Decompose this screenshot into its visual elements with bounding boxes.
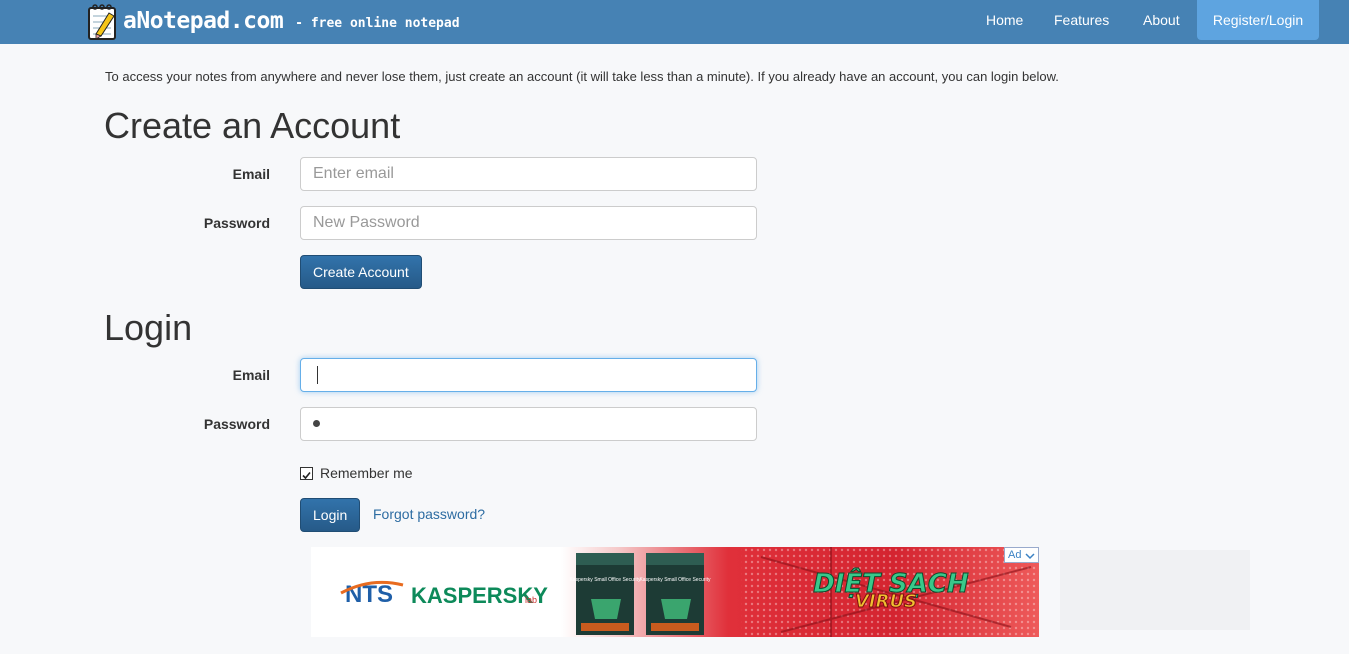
login-password-label: Password — [203, 416, 270, 432]
register-password-label: Password — [203, 215, 270, 231]
brand-tagline: - free online notepad — [295, 15, 460, 31]
nav-home[interactable]: Home — [986, 0, 1023, 40]
remember-me-checkbox[interactable] — [300, 467, 313, 480]
nav-about[interactable]: About — [1143, 0, 1180, 40]
register-password-input[interactable] — [300, 206, 757, 240]
product-label-1: Kaspersky Small Office Security — [569, 577, 641, 583]
product-box-2 — [646, 553, 704, 635]
product-box-1 — [576, 553, 634, 635]
brand-name[interactable]: aNotepad.com — [123, 8, 284, 34]
ad-banner[interactable]: NTS KASPERSKY lab Kaspersky Small Office… — [311, 547, 1039, 637]
forgot-password-link[interactable]: Forgot password? — [373, 506, 485, 522]
product-label-2: Kaspersky Small Office Security — [639, 577, 711, 583]
ad-brand-lab: lab — [525, 595, 537, 605]
text-caret — [317, 366, 318, 384]
brand[interactable]: aNotepad.com - free online notepad — [87, 2, 460, 40]
login-button[interactable]: Login — [300, 498, 361, 532]
login-email-label: Email — [232, 367, 270, 383]
ad-ghost-area — [1060, 550, 1250, 630]
nav-features[interactable]: Features — [1054, 0, 1109, 40]
intro-text: To access your notes from anywhere and n… — [105, 69, 1059, 84]
login-email-input[interactable] — [300, 358, 757, 392]
chevron-down-icon — [1025, 553, 1035, 560]
navbar: aNotepad.com - free online notepad Home … — [0, 0, 1349, 44]
ad-choices-badge[interactable]: Ad — [1004, 547, 1039, 563]
checkmark-icon — [302, 471, 311, 480]
login-heading: Login — [104, 307, 193, 348]
ad-brand-nts: NTS — [345, 581, 393, 608]
create-account-button[interactable]: Create Account — [300, 255, 422, 289]
ad-badge-label: Ad — [1008, 549, 1022, 561]
ad-headline-2: VIRUS — [855, 591, 917, 612]
register-email-label: Email — [232, 166, 270, 182]
login-password-input[interactable] — [300, 407, 757, 441]
notepad-logo-icon — [87, 3, 119, 40]
create-account-heading: Create an Account — [104, 105, 401, 146]
nav-register-login[interactable]: Register/Login — [1197, 0, 1319, 40]
register-email-input[interactable] — [300, 157, 757, 191]
remember-me-label[interactable]: Remember me — [320, 465, 413, 481]
password-mask-dot — [313, 420, 320, 427]
